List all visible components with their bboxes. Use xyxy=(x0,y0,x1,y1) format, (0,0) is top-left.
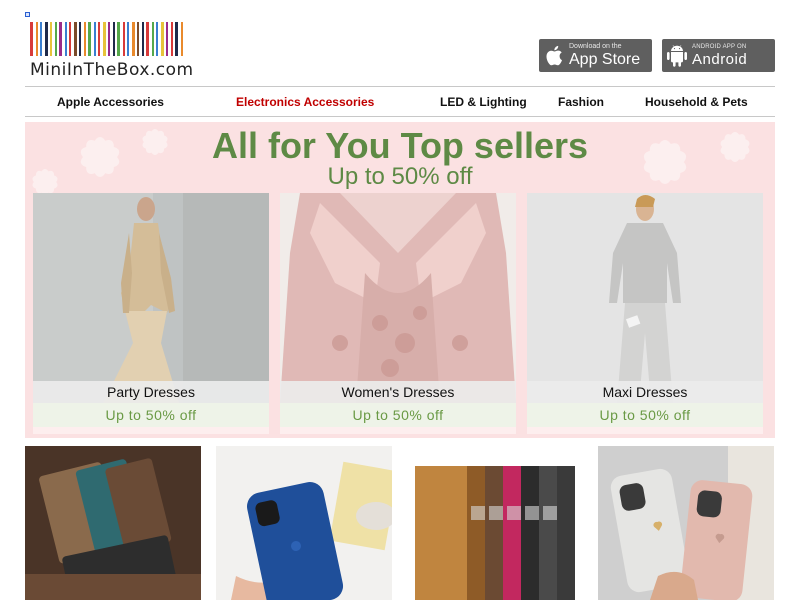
product-card-party-dresses[interactable]: Party Dresses Up to 50% off xyxy=(33,193,269,434)
product-tile-silicone-case[interactable] xyxy=(216,446,392,600)
promo-banner[interactable]: All for You Top sellers Up to 50% off Pa… xyxy=(25,122,775,438)
flip-cases-image xyxy=(407,446,583,600)
logo-bar xyxy=(88,22,91,56)
womens-dress-image xyxy=(280,193,516,403)
logo-bar xyxy=(79,22,81,56)
card-title: Women's Dresses xyxy=(280,381,516,403)
logo-bar xyxy=(103,22,106,56)
product-tile-flip-cases[interactable] xyxy=(407,446,583,600)
broken-image-icon xyxy=(25,12,30,17)
leather-wallet-cases-image xyxy=(25,446,201,600)
nav-item-electronics-accessories[interactable]: Electronics Accessories xyxy=(236,95,374,109)
nav-item-fashion[interactable]: Fashion xyxy=(558,95,604,109)
logo-bar xyxy=(132,22,135,56)
logo-bar xyxy=(108,22,110,56)
heart-phone-cases-image xyxy=(598,446,774,600)
logo-bar xyxy=(123,22,125,56)
logo-bar xyxy=(36,22,38,56)
logo-bar xyxy=(65,22,67,56)
logo-text: MiniInTheBox.com xyxy=(30,60,194,80)
category-nav: Apple Accessories Electronics Accessorie… xyxy=(25,86,775,117)
logo-bar xyxy=(152,22,154,56)
logo-bar xyxy=(84,22,86,56)
product-tile-heart-cases[interactable] xyxy=(598,446,774,600)
logo-bar xyxy=(127,22,129,56)
logo-bar xyxy=(113,22,115,56)
app-store-label: App Store xyxy=(569,51,641,68)
logo-bar xyxy=(30,22,33,56)
nav-item-led-lighting[interactable]: LED & Lighting xyxy=(440,95,527,109)
logo-bar xyxy=(181,22,183,56)
logo-bar xyxy=(175,22,178,56)
logo-bar xyxy=(50,22,52,56)
logo-bar xyxy=(94,22,96,56)
product-tile-wallet-cases[interactable] xyxy=(25,446,201,600)
nav-item-household-pets[interactable]: Household & Pets xyxy=(645,95,748,109)
product-card-maxi-dresses[interactable]: Maxi Dresses Up to 50% off xyxy=(527,193,763,434)
logo-barcode-icon xyxy=(30,22,214,56)
app-store-button[interactable]: Download on the App Store xyxy=(539,39,652,72)
blue-phone-case-image xyxy=(216,446,392,600)
logo-bar xyxy=(166,22,168,56)
site-logo[interactable]: MiniInTheBox.com xyxy=(30,22,214,82)
android-icon xyxy=(662,44,692,67)
maxi-dress-image xyxy=(527,193,763,403)
logo-bar xyxy=(117,22,120,56)
logo-bar xyxy=(55,22,57,56)
logo-bar xyxy=(161,22,164,56)
party-dress-image xyxy=(33,193,269,403)
android-small-label: ANDROID APP ON xyxy=(692,44,747,50)
logo-bar xyxy=(171,22,173,56)
logo-bar xyxy=(74,22,77,56)
product-card-womens-dresses[interactable]: Women's Dresses Up to 50% off xyxy=(280,193,516,434)
card-offer: Up to 50% off xyxy=(280,403,516,427)
android-app-button[interactable]: ANDROID APP ON Android xyxy=(662,39,775,72)
logo-bar xyxy=(142,22,144,56)
banner-subtitle: Up to 50% off xyxy=(327,163,473,190)
card-offer: Up to 50% off xyxy=(527,403,763,427)
nav-item-apple-accessories[interactable]: Apple Accessories xyxy=(57,95,164,109)
app-store-small-label: Download on the xyxy=(569,43,622,50)
banner-title: All for You Top sellers xyxy=(211,125,589,166)
card-title: Maxi Dresses xyxy=(527,381,763,403)
card-offer: Up to 50% off xyxy=(33,403,269,427)
logo-bar xyxy=(45,22,48,56)
logo-bar xyxy=(146,22,149,56)
android-label: Android xyxy=(692,51,748,68)
logo-bar xyxy=(98,22,100,56)
logo-bar xyxy=(40,22,42,56)
card-title: Party Dresses xyxy=(33,381,269,403)
page: MiniInTheBox.com Download on the App Sto… xyxy=(0,0,800,600)
logo-bar xyxy=(156,22,158,56)
logo-bar xyxy=(59,22,62,56)
logo-bar xyxy=(137,22,139,56)
apple-icon xyxy=(539,45,569,66)
logo-bar xyxy=(69,22,71,56)
